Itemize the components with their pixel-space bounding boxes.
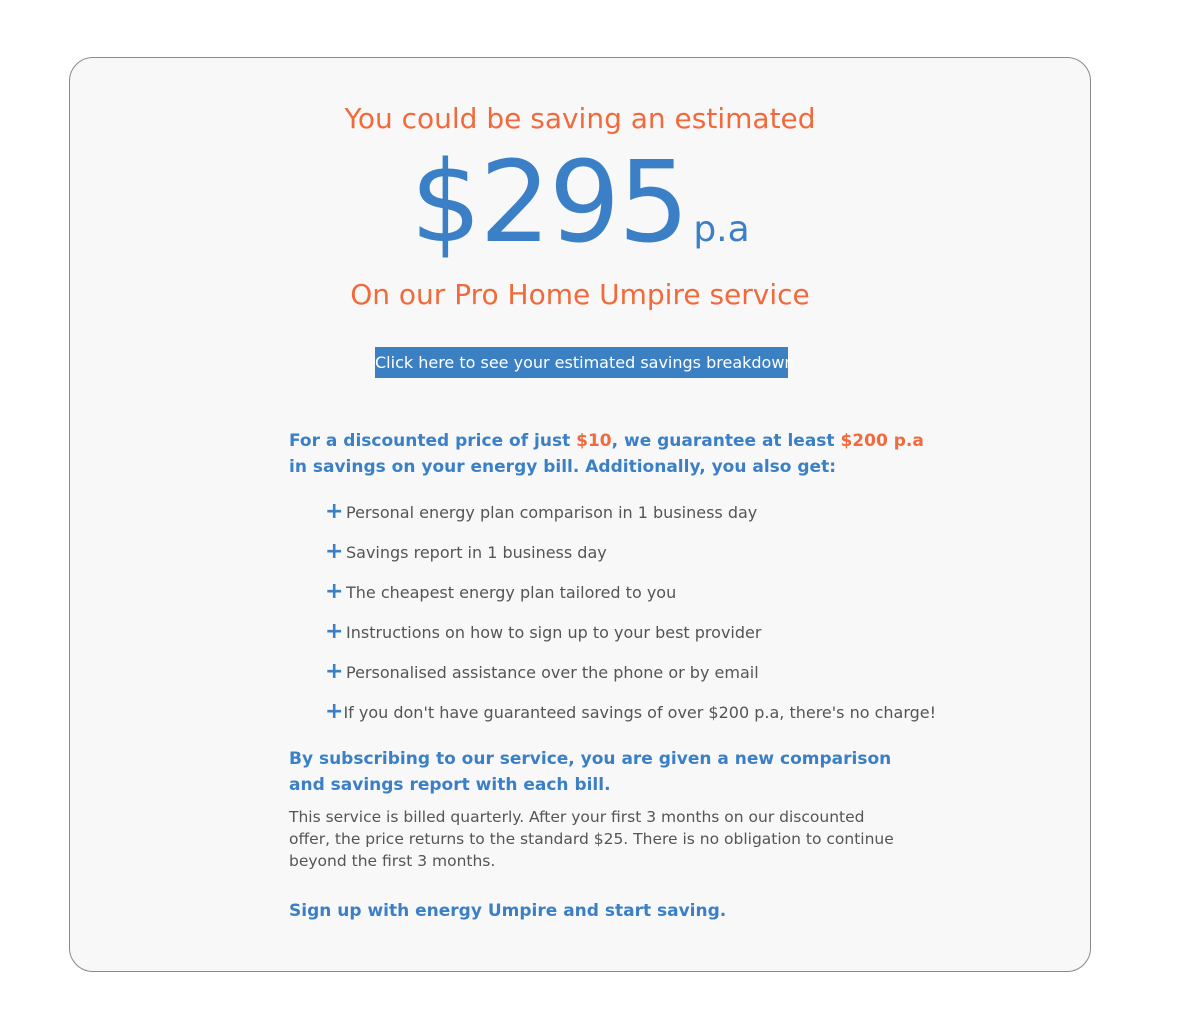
offer-intro-text: , we guarantee at least	[611, 431, 841, 451]
benefit-label: Personalised assistance over the phone o…	[346, 662, 759, 682]
guaranteed-savings: $200 p.a	[840, 431, 924, 451]
offer-intro-text: in savings on your energy bill. Addition…	[289, 457, 837, 477]
offer-intro-text: For a discounted price of just	[289, 431, 577, 451]
benefits-list: + Personal energy plan comparison in 1 bu…	[289, 492, 936, 732]
savings-period: p.a	[693, 209, 750, 250]
savings-card: You could be saving an estimated $295 p.a…	[69, 57, 1091, 972]
plus-icon: +	[325, 659, 344, 684]
plus-icon: +	[325, 579, 344, 604]
plus-icon: +	[325, 539, 344, 564]
offer-price: $10	[576, 431, 612, 451]
benefit-label: Personal energy plan comparison in 1 bus…	[346, 502, 758, 522]
benefit-label: Instructions on how to sign up to your b…	[346, 622, 762, 642]
savings-headline: You could be saving an estimated	[344, 102, 816, 135]
benefit-label: The cheapest energy plan tailored to you	[346, 582, 677, 602]
benefit-label: If you don't have guaranteed savings of …	[343, 702, 937, 722]
plus-icon: +	[325, 499, 344, 524]
benefit-item: + The cheapest energy plan tailored to yo…	[325, 572, 929, 612]
benefit-label: Savings report in 1 business day	[346, 542, 607, 562]
benefit-item: + Instructions on how to sign up to your …	[325, 612, 929, 652]
benefit-item: + If you don't have guaranteed savings of…	[325, 692, 936, 732]
signup-call-to-action: Sign up with energy Umpire and start sav…	[289, 901, 727, 921]
billing-note: This service is billed quarterly. After …	[289, 808, 894, 870]
savings-amount: $295	[410, 138, 689, 268]
offer-details: For a discounted price of just $10, we g…	[289, 428, 936, 924]
offer-intro: For a discounted price of just $10, we g…	[289, 428, 929, 480]
subscription-heading: By subscribing to our service, you are g…	[289, 749, 892, 795]
plus-icon: +	[325, 699, 344, 724]
benefit-item: + Personalised assistance over the phone …	[325, 652, 929, 692]
service-name: On our Pro Home Umpire service	[350, 278, 810, 311]
plus-icon: +	[325, 619, 344, 644]
savings-breakdown-button[interactable]: Click here to see your estimated savings…	[375, 347, 795, 378]
savings-amount-block: $295 p.a	[70, 138, 1090, 268]
benefit-item: + Savings report in 1 business day	[325, 532, 929, 572]
benefit-item: + Personal energy plan comparison in 1 bu…	[325, 492, 929, 532]
